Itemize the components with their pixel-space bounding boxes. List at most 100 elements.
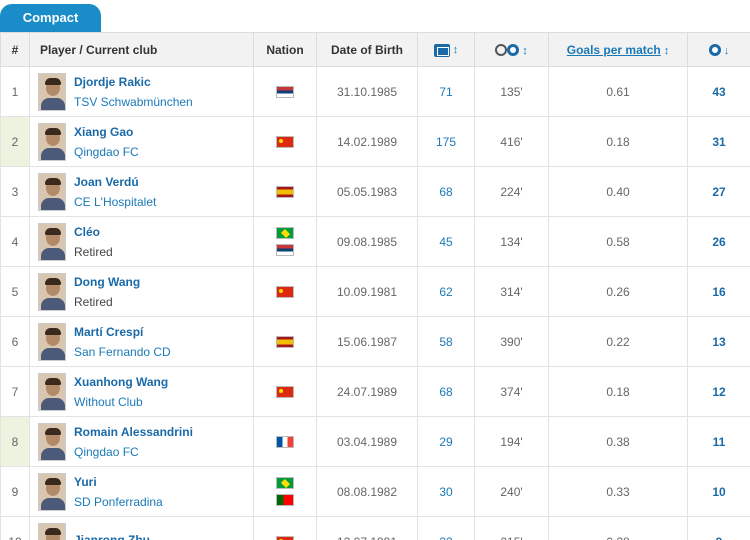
player-name-link[interactable]: Yuri — [74, 474, 163, 490]
goals-cell[interactable]: 9 — [687, 516, 750, 540]
club-name[interactable]: CE L'Hospitalet — [74, 194, 156, 210]
player-avatar[interactable] — [38, 372, 66, 411]
rank-cell: 3 — [0, 166, 30, 217]
player-name-link[interactable]: Romain Alessandrini — [74, 424, 193, 440]
player-avatar[interactable] — [38, 322, 66, 361]
rank-cell: 1 — [0, 66, 30, 117]
nation-cell — [253, 66, 317, 117]
player-cell: Romain Alessandrini Qingdao FC — [29, 416, 254, 467]
goals-cell[interactable]: 11 — [687, 416, 750, 467]
player-name-link[interactable]: Djordje Rakic — [74, 74, 193, 90]
player-cell: Cléo Retired — [29, 216, 254, 267]
goals-cell[interactable]: 43 — [687, 66, 750, 117]
appearances-cell[interactable]: 58 — [417, 316, 475, 367]
header-rank: # — [0, 32, 30, 67]
appearances-cell[interactable]: 62 — [417, 266, 475, 317]
player-cell: Jianrong Zhu — [29, 516, 254, 540]
goals-per-match-cell: 0.38 — [548, 416, 688, 467]
dob-cell: 08.08.1982 — [316, 466, 418, 517]
appearances-cell[interactable]: 45 — [417, 216, 475, 267]
player-name-link[interactable]: Cléo — [74, 224, 113, 240]
player-avatar[interactable] — [38, 522, 66, 540]
minutes-per-goal-cell: 390' — [474, 316, 549, 367]
goals-cell[interactable]: 27 — [687, 166, 750, 217]
player-avatar[interactable] — [38, 122, 66, 161]
nation-cell — [253, 516, 317, 540]
dob-cell: 31.10.1985 — [316, 66, 418, 117]
goals-per-match-cell: 0.18 — [548, 366, 688, 417]
player-avatar[interactable] — [38, 222, 66, 261]
player-cell: Yuri SD Ponferradina — [29, 466, 254, 517]
club-name[interactable]: Qingdao FC — [74, 144, 139, 160]
header-appearances[interactable]: ↕ — [417, 32, 475, 67]
appearances-cell[interactable]: 29 — [417, 416, 475, 467]
club-name[interactable]: Without Club — [74, 394, 168, 410]
flag-china-icon — [276, 285, 294, 298]
table-row: 7 Xuanhong Wang Without Club 24.07.1989 68 37… — [0, 366, 750, 417]
sort-desc-icon[interactable]: ↓ — [724, 45, 730, 57]
appearances-cell[interactable]: 68 — [417, 166, 475, 217]
appearances-cell[interactable]: 32 — [417, 516, 475, 540]
flag-china-icon — [276, 535, 294, 540]
nation-cell — [253, 216, 317, 267]
appearances-cell[interactable]: 71 — [417, 66, 475, 117]
player-name-link[interactable]: Xiang Gao — [74, 124, 139, 140]
header-minutes-per-goal[interactable]: ↕ — [474, 32, 549, 67]
tab-compact[interactable]: Compact — [0, 4, 101, 32]
flag-portugal-icon — [276, 494, 294, 506]
view-tabs: Gallery Detailed Compact — [0, 0, 750, 32]
player-name-link[interactable]: Joan Verdú — [74, 174, 156, 190]
sort-icon[interactable]: ↕ — [664, 45, 670, 57]
club-name[interactable]: San Fernando CD — [74, 344, 171, 360]
table-row: 5 Dong Wang Retired 10.09.1981 62 314' 0.26 16 — [0, 266, 750, 317]
appearances-cell[interactable]: 30 — [417, 466, 475, 517]
dob-cell: 03.04.1989 — [316, 416, 418, 467]
goals-cell[interactable]: 16 — [687, 266, 750, 317]
ball-icon — [507, 44, 520, 57]
player-avatar[interactable] — [38, 272, 66, 311]
goals-cell[interactable]: 31 — [687, 116, 750, 167]
club-name[interactable]: Qingdao FC — [74, 444, 193, 460]
goals-per-match-link[interactable]: Goals per match — [567, 43, 661, 57]
sort-icon[interactable]: ↕ — [453, 44, 459, 56]
appearances-cell[interactable]: 68 — [417, 366, 475, 417]
header-goals[interactable]: ↓ — [687, 32, 750, 67]
rank-cell: 9 — [0, 466, 30, 517]
player-name-link[interactable]: Jianrong Zhu — [74, 532, 150, 540]
club-name[interactable]: SD Ponferradina — [74, 494, 163, 510]
flag-brazil-icon — [276, 227, 294, 239]
appearances-cell[interactable]: 175 — [417, 116, 475, 167]
goals-cell[interactable]: 13 — [687, 316, 750, 367]
goals-cell[interactable]: 26 — [687, 216, 750, 267]
flag-brazil-icon — [276, 477, 294, 489]
goals-cell[interactable]: 10 — [687, 466, 750, 517]
table-row: 8 Romain Alessandrini Qingdao FC 03.04.1989… — [0, 416, 750, 467]
minutes-per-goal-cell: 374' — [474, 366, 549, 417]
minutes-per-goal-cell: 215' — [474, 516, 549, 540]
club-name[interactable]: TSV Schwabmünchen — [74, 94, 193, 110]
goals-per-match-cell: 0.28 — [548, 516, 688, 540]
player-name-link[interactable]: Martí Crespí — [74, 324, 171, 340]
goals-cell[interactable]: 12 — [687, 366, 750, 417]
player-name-link[interactable]: Dong Wang — [74, 274, 140, 290]
player-cell: Dong Wang Retired — [29, 266, 254, 317]
sort-icon[interactable]: ↕ — [522, 45, 528, 57]
goals-per-match-cell: 0.22 — [548, 316, 688, 367]
tab-gallery[interactable]: Gallery — [180, 4, 276, 32]
tab-detailed[interactable]: Detailed — [91, 4, 193, 32]
header-goals-per-match[interactable]: Goals per match ↕ — [548, 32, 688, 67]
player-avatar[interactable] — [38, 72, 66, 111]
player-avatar[interactable] — [38, 472, 66, 511]
rank-cell: 5 — [0, 266, 30, 317]
table-row: 10 Jianrong Zhu 12.07.199132215'0.289 — [0, 516, 750, 540]
dob-cell: 09.08.1985 — [316, 216, 418, 267]
dob-cell: 15.06.1987 — [316, 316, 418, 367]
player-avatar[interactable] — [38, 172, 66, 211]
header-nation: Nation — [253, 32, 317, 67]
goals-ball-icon — [708, 44, 721, 57]
goals-per-match-cell: 0.33 — [548, 466, 688, 517]
flag-china-icon — [276, 385, 294, 398]
player-name-link[interactable]: Xuanhong Wang — [74, 374, 168, 390]
table-row: 1 Djordje Rakic TSV Schwabmünchen 31.10.198… — [0, 66, 750, 117]
player-avatar[interactable] — [38, 422, 66, 461]
